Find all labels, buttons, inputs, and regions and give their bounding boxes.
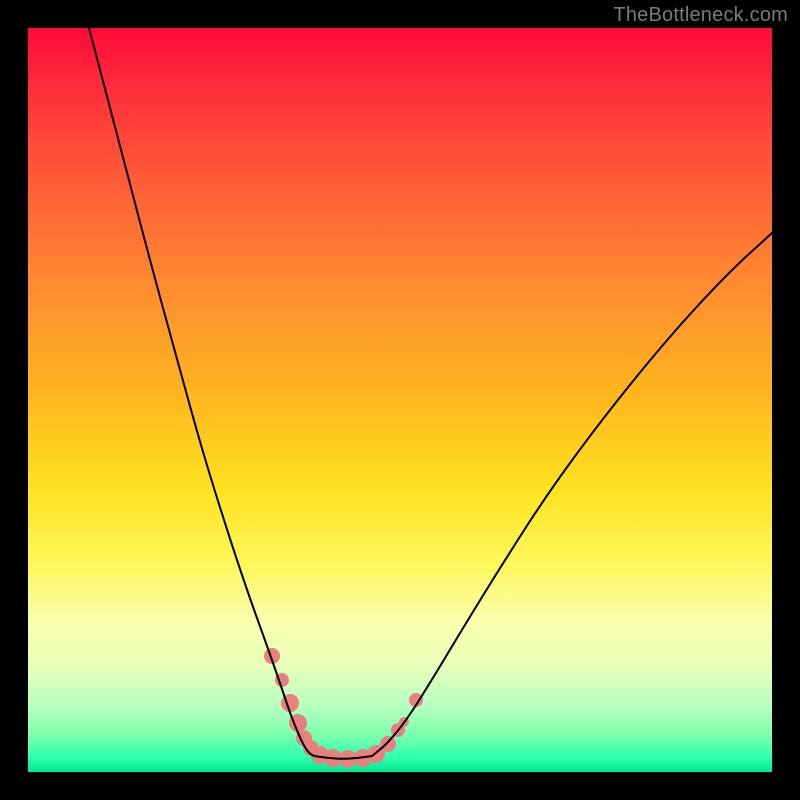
left-curve [89, 28, 314, 756]
data-marker [380, 736, 396, 752]
plot-area [28, 28, 772, 772]
outer-frame: TheBottleneck.com [0, 0, 800, 800]
right-curve [372, 233, 772, 756]
chart-svg [28, 28, 772, 772]
watermark-text: TheBottleneck.com [613, 4, 788, 27]
